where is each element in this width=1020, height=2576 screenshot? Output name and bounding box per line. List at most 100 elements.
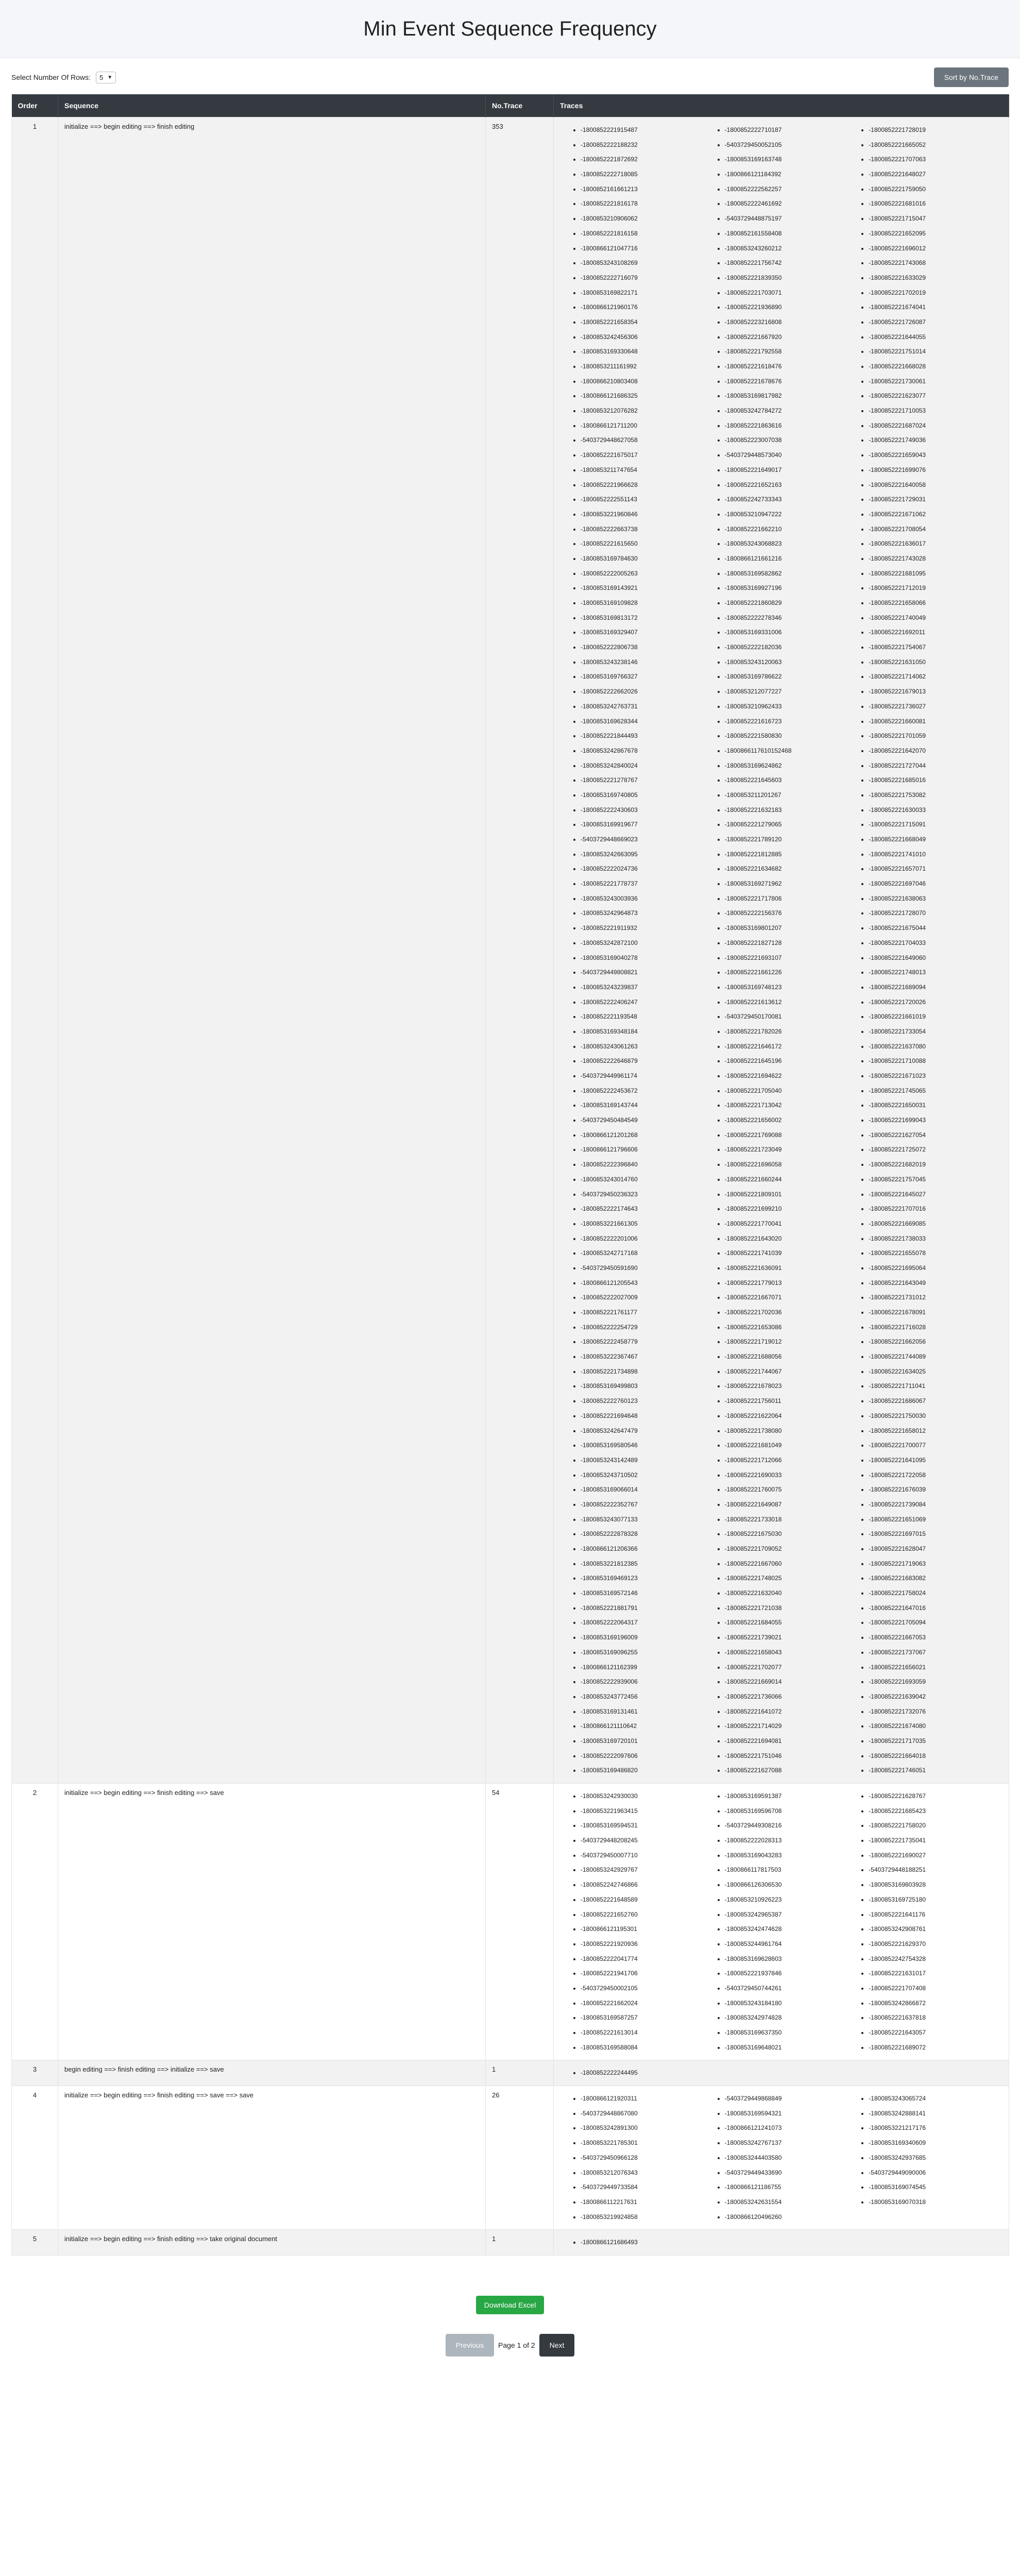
trace-item: -1800853210962433 [725,699,859,714]
trace-item: -1800852221915487 [581,123,715,138]
column-header-count[interactable]: No.Trace [485,94,554,117]
trace-item: -1800852221722058 [869,1468,1002,1483]
table-row: 4 initialize ==> begin editing ==> finish… [11,2086,1009,2230]
trace-item: -1800852221719012 [725,1334,859,1349]
trace-item: -1800852221737067 [869,1645,1002,1660]
trace-item: -1800853169196009 [581,1630,715,1645]
trace-item: -1800852221671023 [869,1069,1002,1083]
rows-select[interactable]: 5 ▼ [96,71,116,83]
chevron-down-icon: ▼ [107,74,113,80]
trace-item: -1800852221640058 [869,478,1002,493]
trace-item: -1800852221710088 [869,1054,1002,1069]
trace-item: -1800852221689072 [869,2040,1002,2055]
trace-item: -1800853169271962 [725,876,859,891]
trace-list: -1800866121920311-5403729448867080-18008… [560,2091,1002,2224]
trace-item: -1800852221658012 [869,1423,1002,1438]
trace-item: -1800866121184392 [725,167,859,182]
trace-item: -1800852221728070 [869,906,1002,921]
trace-item: -1800852221816158 [581,226,715,241]
trace-item: -1800852221860829 [725,596,859,611]
trace-item: -1800852221659043 [869,448,1002,463]
trace-item: -1800853169594531 [581,1818,715,1833]
trace-item: -1800853169587257 [581,2010,715,2025]
trace-list: -1800852221915487-1800852222188232-18008… [560,123,1002,1778]
trace-item: -1800853169331006 [725,625,859,640]
trace-item: -1800852221641072 [725,1704,859,1719]
trace-item: -1800852221674041 [869,300,1002,315]
trace-item: -1800866121201268 [581,1128,715,1143]
trace-item: -1800853242872100 [581,936,715,951]
previous-page-button[interactable]: Previous [445,2334,495,2357]
trace-item: -1800853221963415 [581,1804,715,1819]
trace-item: -5403729449433690 [725,2165,859,2180]
next-page-button[interactable]: Next [539,2334,575,2357]
trace-item: -1800852221707408 [869,1981,1002,1996]
trace-item: -1800852222041774 [581,1952,715,1967]
trace-item: -1800852221622064 [725,1409,859,1423]
trace-item: -1800853169096255 [581,1645,715,1660]
column-header-order[interactable]: Order [11,94,58,117]
table-row: 2 initialize ==> begin editing ==> finish… [11,1783,1009,2061]
table-row: 3 begin editing ==> finish editing ==> in… [11,2060,1009,2087]
trace-item: -1800853243184180 [725,1996,859,2011]
trace-item: -1800853222367467 [581,1349,715,1364]
trace-item: -1800853211747654 [581,463,715,478]
trace-item: -1800853169580546 [581,1438,715,1453]
trace-item: -1800852221709052 [725,1541,859,1556]
trace-item: -5403729449308216 [725,1818,859,1833]
trace-item: -1800852221279065 [725,817,859,832]
trace-item: -1800852221689094 [869,980,1002,995]
trace-item: -1800852221966628 [581,478,715,493]
column-header-sequence[interactable]: Sequence [58,94,486,117]
sort-by-trace-button[interactable]: Sort by No.Trace [933,67,1009,87]
trace-item: -1800866121205543 [581,1276,715,1291]
trace-item: -1800852221662024 [581,1996,715,2011]
trace-item: -1800853169766327 [581,669,715,684]
trace-item: -1800852221753082 [869,788,1002,803]
trace-item: -1800853169486820 [581,1763,715,1778]
trace-item: -1800852221740049 [869,611,1002,625]
row-sequence: initialize ==> begin editing ==> finish … [58,2229,486,2256]
row-traces: -1800866121686493 [553,2229,1009,2256]
trace-item: -1800852221647016 [869,1601,1002,1616]
page-header: Min Event Sequence Frequency [0,0,1020,58]
trace-item: -1800852221652163 [725,478,859,493]
trace-item: -1800853169725180 [869,1892,1002,1907]
trace-item: -1800852161558408 [725,226,859,241]
trace-item: -1800852221936890 [725,300,859,315]
trace-item: -1800852221748025 [725,1571,859,1586]
trace-item: -1800852221678091 [869,1305,1002,1320]
trace-item: -1800853169813172 [581,611,715,625]
trace-item: -1800852221748013 [869,965,1002,980]
row-sequence: initialize ==> begin editing ==> finish … [58,2086,486,2230]
trace-item: -5403729448573040 [725,448,859,463]
trace-item: -1800852221741039 [725,1246,859,1261]
trace-item: -1800852221653086 [725,1320,859,1335]
trace-item: -1800852221669014 [725,1674,859,1689]
trace-item: -1800853243108269 [581,256,715,270]
trace-item: -1800852221769088 [725,1128,859,1143]
trace-item: -1800852221693107 [725,951,859,965]
download-excel-button[interactable]: Download Excel [475,2296,545,2315]
trace-item: -1800853169143921 [581,581,715,596]
trace-item: -1800852221615650 [581,536,715,551]
trace-item: -1800852221731012 [869,1290,1002,1305]
trace-item: -5403729448875197 [725,211,859,226]
trace-item: -1800852221664018 [869,1749,1002,1764]
trace-item: -1800866121162399 [581,1660,715,1675]
column-header-traces[interactable]: Traces [553,94,1009,117]
trace-item: -1800852221669085 [869,1216,1002,1231]
trace-item: -1800852221809101 [725,1187,859,1202]
trace-item: -1800866117610152468 [725,743,859,758]
trace-item: -1800852221714029 [725,1719,859,1734]
trace-item: -1800853243014760 [581,1172,715,1187]
trace-item: -1800853169499803 [581,1379,715,1394]
trace-item: -1800852222097606 [581,1749,715,1764]
trace-item: -1800852221872692 [581,152,715,167]
trace-item: -1800852221637818 [869,2010,1002,2025]
trace-item: -1800852221736066 [725,1689,859,1704]
trace-item: -1800853169927196 [725,581,859,596]
trace-item: -1800852221743068 [869,256,1002,270]
trace-item: -5403729450236323 [581,1187,715,1202]
trace-item: -1800852221652095 [869,226,1002,241]
